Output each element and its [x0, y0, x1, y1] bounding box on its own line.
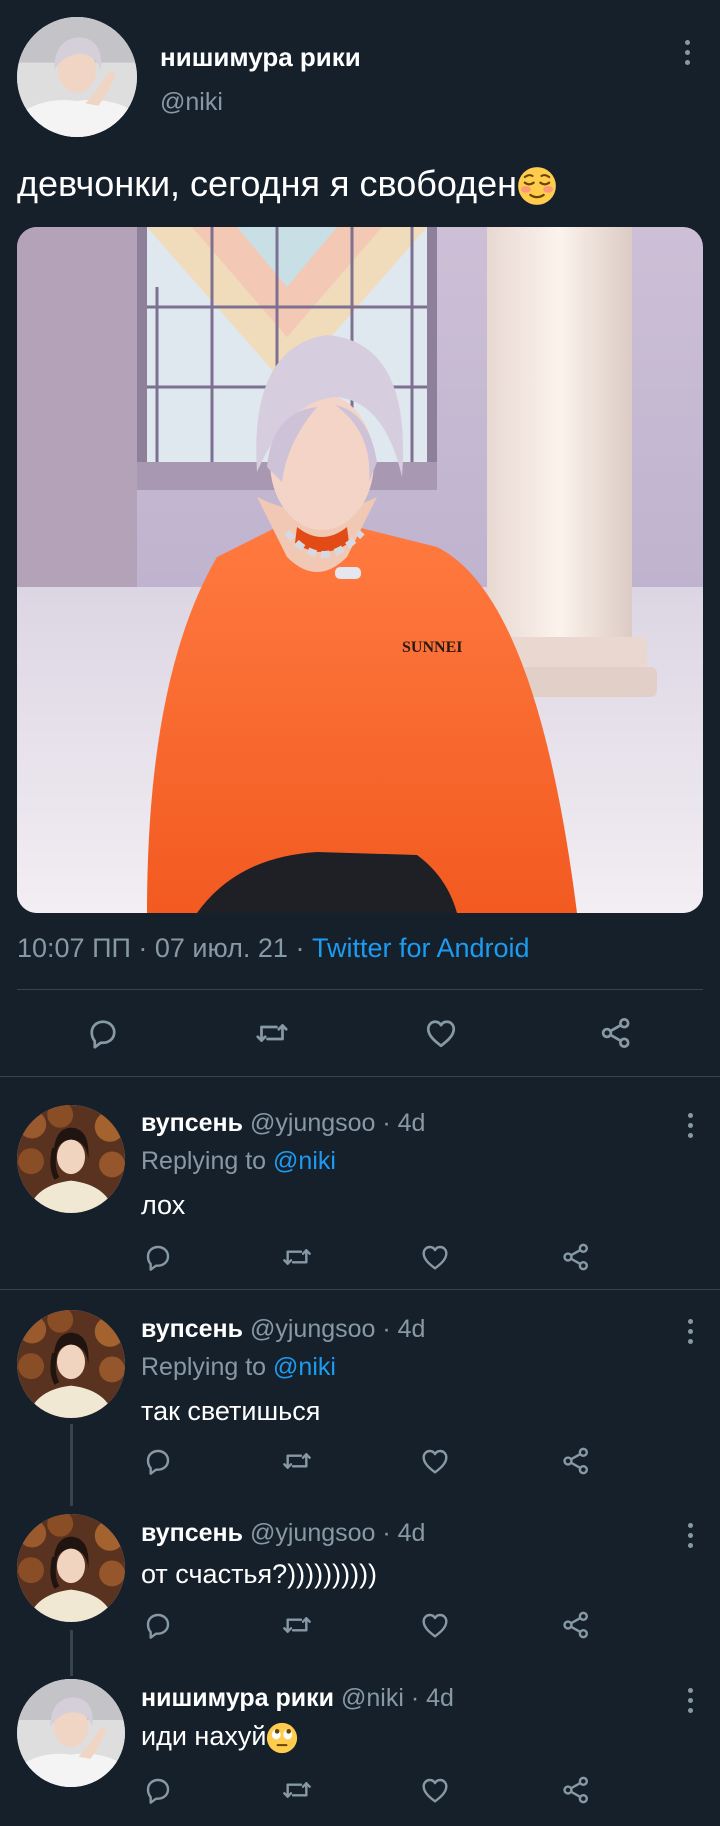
- reply-icon[interactable]: [142, 1609, 174, 1641]
- replying-to-mention[interactable]: @niki: [273, 1147, 336, 1175]
- tweet-text: девчонки, сегодня я свободен: [17, 163, 557, 206]
- share-icon[interactable]: [560, 1609, 592, 1641]
- reply-tweet[interactable]: нишимура рики @niki · 4d иди нахуй: [0, 1661, 720, 1826]
- more-icon[interactable]: [686, 1319, 694, 1344]
- reply-icon[interactable]: [142, 1774, 174, 1806]
- reply-age: · 4d: [375, 1519, 426, 1547]
- replying-to: Replying to @niki: [141, 1353, 336, 1382]
- svg-text:SUNNEI: SUNNEI: [402, 639, 462, 656]
- reply-icon[interactable]: [142, 1445, 174, 1477]
- reply-tweet[interactable]: вупсень @yjungsoo · 4d Replying to @niki…: [0, 1077, 720, 1290]
- author-handle[interactable]: @yjungsoo: [250, 1109, 375, 1137]
- like-icon[interactable]: [419, 1774, 451, 1806]
- like-icon[interactable]: [419, 1241, 451, 1273]
- author-name[interactable]: вупсень: [141, 1315, 243, 1343]
- author-handle[interactable]: @yjungsoo: [250, 1519, 375, 1547]
- retweet-icon[interactable]: [281, 1609, 313, 1641]
- reply-header: вупсень @yjungsoo · 4d: [141, 1315, 425, 1344]
- reply-text: от счастья?)))))))))): [141, 1559, 378, 1589]
- like-icon[interactable]: [423, 1015, 459, 1051]
- avatar[interactable]: [17, 1105, 125, 1213]
- avatar[interactable]: [17, 1310, 125, 1418]
- like-icon[interactable]: [419, 1445, 451, 1477]
- relieved-face-emoji-icon: [517, 166, 557, 206]
- meta-separator: ·: [130, 933, 155, 963]
- reply-text: лох: [141, 1190, 186, 1220]
- replying-to-label: Replying to: [141, 1147, 274, 1175]
- reply-text-content: иди нахуй: [141, 1721, 267, 1751]
- more-icon[interactable]: [683, 40, 691, 65]
- retweet-icon[interactable]: [281, 1774, 313, 1806]
- share-icon[interactable]: [598, 1015, 634, 1051]
- replying-to-label: Replying to: [141, 1353, 274, 1381]
- retweet-icon[interactable]: [254, 1015, 290, 1051]
- rolling-eyes-emoji-icon: [266, 1722, 298, 1754]
- author-handle[interactable]: @niki: [160, 88, 223, 117]
- reply-tweet[interactable]: вупсень @yjungsoo · 4d от счастья?))))))…: [0, 1496, 720, 1661]
- more-icon[interactable]: [686, 1688, 694, 1713]
- reply-icon[interactable]: [85, 1015, 121, 1051]
- reply-tweet[interactable]: вупсень @yjungsoo · 4d Replying to @niki…: [0, 1290, 720, 1496]
- author-name[interactable]: нишимура рики: [160, 42, 361, 73]
- reply-text: иди нахуй: [141, 1721, 298, 1754]
- like-icon[interactable]: [419, 1609, 451, 1641]
- replying-to-mention[interactable]: @niki: [273, 1353, 336, 1381]
- reply-age: · 4d: [403, 1684, 454, 1712]
- author-handle[interactable]: @yjungsoo: [250, 1315, 375, 1343]
- reply-text: так светишься: [141, 1396, 321, 1426]
- retweet-icon[interactable]: [281, 1241, 313, 1273]
- tweet-photo[interactable]: SUNNEI: [17, 227, 703, 913]
- share-icon[interactable]: [560, 1241, 592, 1273]
- author-name[interactable]: вупсень: [141, 1109, 243, 1137]
- meta-separator: ·: [287, 933, 312, 963]
- more-icon[interactable]: [686, 1523, 694, 1548]
- avatar[interactable]: [17, 17, 137, 137]
- replying-to: Replying to @niki: [141, 1147, 336, 1176]
- tweet-action-bar: [0, 1000, 720, 1064]
- tweet-time: 10:07 ПП: [17, 933, 131, 963]
- author-name[interactable]: вупсень: [141, 1519, 243, 1547]
- tweet-date: 07 июл. 21: [154, 933, 288, 963]
- share-icon[interactable]: [560, 1774, 592, 1806]
- tweet-meta: 10:07 ПП · 07 июл. 21 · Twitter for Andr…: [17, 933, 530, 964]
- reply-icon[interactable]: [142, 1241, 174, 1273]
- reply-age: · 4d: [375, 1109, 426, 1137]
- share-icon[interactable]: [560, 1445, 592, 1477]
- author-name[interactable]: нишимура рики: [141, 1684, 334, 1712]
- avatar[interactable]: [17, 1679, 125, 1787]
- reply-header: вупсень @yjungsoo · 4d: [141, 1519, 425, 1548]
- reply-header: нишимура рики @niki · 4d: [141, 1684, 454, 1713]
- divider: [17, 989, 703, 990]
- reply-header: вупсень @yjungsoo · 4d: [141, 1109, 425, 1138]
- reply-age: · 4d: [375, 1315, 426, 1343]
- retweet-icon[interactable]: [281, 1445, 313, 1477]
- main-tweet: нишимура рики @niki девчонки, сегодня я …: [0, 0, 720, 1077]
- tweet-text-content: девчонки, сегодня я свободен: [17, 163, 518, 204]
- more-icon[interactable]: [686, 1113, 694, 1138]
- tweet-source-link[interactable]: Twitter for Android: [312, 933, 530, 963]
- author-handle[interactable]: @niki: [341, 1684, 404, 1712]
- avatar[interactable]: [17, 1514, 125, 1622]
